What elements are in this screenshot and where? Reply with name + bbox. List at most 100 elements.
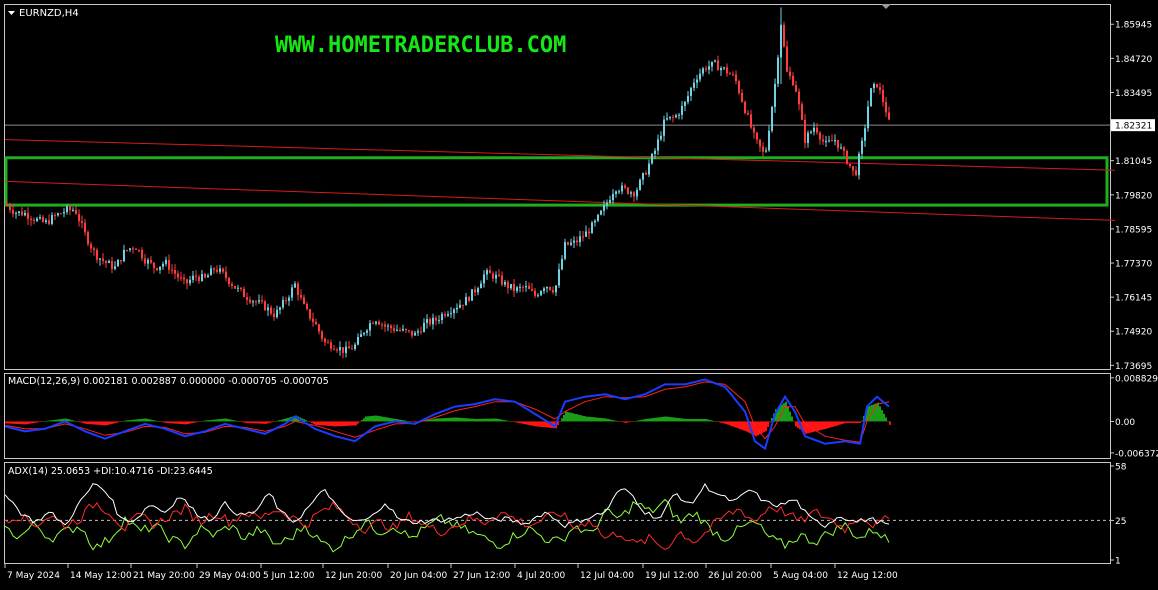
macd-histogram-bar [131, 419, 133, 422]
candle-bear [405, 328, 407, 331]
macd-histogram-bar [83, 421, 85, 424]
macd-histogram-bar [337, 421, 339, 427]
time-tick-label: 7 May 2024 [7, 571, 60, 581]
macd-histogram-bar [277, 420, 279, 422]
candle-bull [117, 259, 119, 267]
macd-histogram-bar [693, 418, 695, 422]
macd-histogram-bar [541, 421, 543, 427]
macd-histogram-bar [413, 421, 415, 423]
macd-histogram-bar [227, 418, 229, 422]
candle-bear [399, 329, 401, 331]
candle-bear [27, 212, 29, 219]
candle-bear [798, 91, 800, 105]
time-tick-label: 12 Jul 04:00 [580, 571, 634, 581]
macd-histogram-bar [359, 421, 361, 422]
macd-histogram-bar [449, 417, 451, 422]
candle-bull [477, 288, 479, 293]
candle-bull [396, 329, 398, 331]
macd-histogram-bar [457, 417, 459, 422]
candle-bear [549, 286, 551, 290]
macd-histogram-bar [377, 415, 379, 422]
candle-bull [417, 331, 419, 333]
price-tick-label: 1.84720 [1115, 55, 1152, 65]
candle-bear [528, 285, 530, 290]
macd-histogram-bar [97, 421, 99, 425]
macd-histogram-bar [181, 421, 183, 425]
macd-histogram-bar [327, 421, 329, 426]
macd-histogram-bar [9, 421, 11, 424]
candle-bear [741, 92, 743, 102]
macd-histogram-bar [637, 420, 639, 422]
time-tick-label: 5 Aug 04:00 [773, 571, 828, 581]
shift-marker-icon[interactable] [881, 4, 891, 9]
time-tick-label: 5 Jun 12:00 [263, 571, 315, 581]
candle-bull [564, 242, 566, 259]
candle-bull [465, 296, 467, 306]
candle-bear [138, 249, 140, 251]
candle-bear [234, 285, 236, 289]
macd-histogram-bar [345, 421, 347, 426]
macd-histogram-bar [469, 418, 471, 422]
macd-histogram-bar [481, 418, 483, 422]
candle-bull [219, 268, 221, 272]
macd-histogram-bar [241, 421, 243, 423]
candle-bull [447, 314, 449, 316]
macd-histogram-bar [361, 420, 363, 422]
chart-menu-triangle-icon[interactable] [8, 11, 15, 15]
macd-histogram-bar [363, 418, 365, 422]
macd-histogram-bar [569, 412, 571, 422]
macd-histogram-bar [129, 420, 131, 422]
candle-bear [792, 75, 794, 86]
candle-bear [435, 317, 437, 321]
macd-histogram-bar [485, 418, 487, 422]
macd-histogram-bar [859, 421, 861, 423]
macd-histogram-bar [379, 416, 381, 422]
macd-histogram-bar [113, 421, 115, 424]
candle-bear [144, 258, 146, 264]
candle-bear [246, 297, 248, 300]
macd-histogram-bar [521, 421, 523, 424]
candle-bear [738, 81, 740, 93]
chart-canvas[interactable]: 1.85945 1.84720 1.83495 1.82321 1.81045 1.798… [0, 0, 1158, 586]
macd-histogram-bar [873, 404, 875, 422]
macd-histogram-bar [561, 418, 563, 422]
macd-histogram-bar [253, 421, 255, 424]
macd-histogram-bar [81, 421, 83, 423]
macd-histogram-bar [523, 421, 525, 424]
candle-bull [159, 266, 161, 271]
macd-histogram-bar [323, 421, 325, 426]
macd-histogram-bar [161, 421, 163, 423]
candle-bear [351, 348, 353, 350]
macd-histogram-bar [601, 418, 603, 422]
candle-bull [618, 191, 620, 193]
macd-histogram-bar [517, 421, 519, 423]
macd-histogram-bar [275, 421, 277, 422]
candle-bear [717, 60, 719, 71]
macd-histogram-bar [853, 421, 855, 423]
macd-histogram-bar [827, 421, 829, 429]
macd-histogram-bar [285, 418, 287, 422]
candle-bear [489, 270, 491, 274]
macd-histogram-bar [723, 421, 725, 424]
resistance-zone [4, 156, 1109, 207]
macd-histogram-bar [613, 420, 615, 422]
macd-histogram-bar [841, 421, 843, 425]
candle-bear [48, 220, 50, 224]
macd-histogram-bar [597, 417, 599, 422]
time-tick-label: 27 Jun 12:00 [453, 571, 510, 581]
candle-bull [870, 88, 872, 107]
macd-histogram-bar [145, 418, 147, 422]
candle-bull [252, 301, 254, 303]
macd-histogram-bar [825, 421, 827, 429]
candle-bull [561, 258, 563, 270]
macd-histogram-bar [543, 421, 545, 428]
macd-histogram-bar [281, 419, 283, 422]
macd-histogram-bar [603, 418, 605, 422]
candle-bull [423, 322, 425, 332]
macd-histogram-bar [707, 419, 709, 422]
macd-histogram-bar [159, 421, 161, 422]
candle-bear [801, 104, 803, 120]
candle-bear [303, 297, 305, 304]
macd-histogram-bar [501, 419, 503, 422]
macd-histogram-bar [141, 418, 143, 422]
